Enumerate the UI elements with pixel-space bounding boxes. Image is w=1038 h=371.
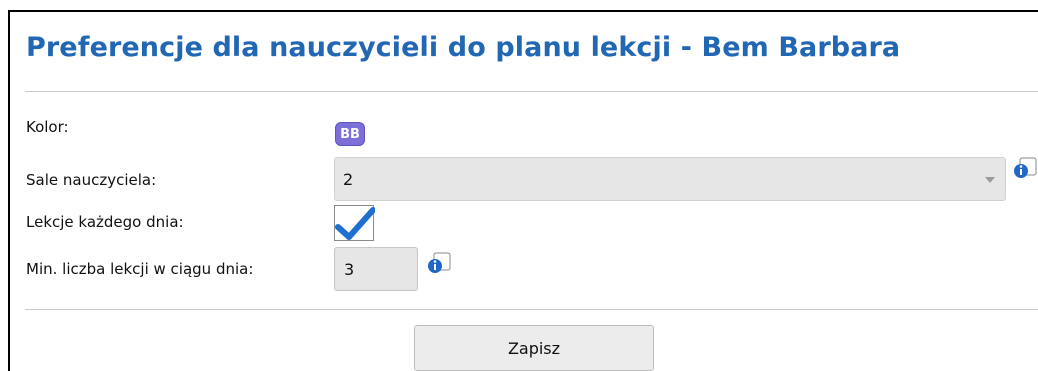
color-badge[interactable]: BB [335,122,365,146]
info-icon[interactable] [426,252,452,274]
daily-lessons-label: Lekcje każdego dnia: [26,213,184,231]
min-lessons-input[interactable] [334,247,418,291]
divider [25,91,1038,92]
info-icon[interactable] [1012,157,1038,179]
color-label: Kolor: [26,118,69,136]
divider [25,309,1038,310]
page-title: Preferencje dla nauczycieli do planu lek… [26,32,901,63]
rooms-select[interactable]: 2 [334,157,1006,201]
min-lessons-label: Min. liczba lekcji w ciągu dnia: [26,260,254,278]
chevron-down-icon [985,177,995,183]
daily-lessons-checkbox[interactable] [334,205,375,241]
rooms-select-value: 2 [343,170,354,189]
checkmark-icon [335,207,375,240]
save-button[interactable]: Zapisz [414,325,654,371]
rooms-label: Sale nauczyciela: [26,171,157,189]
